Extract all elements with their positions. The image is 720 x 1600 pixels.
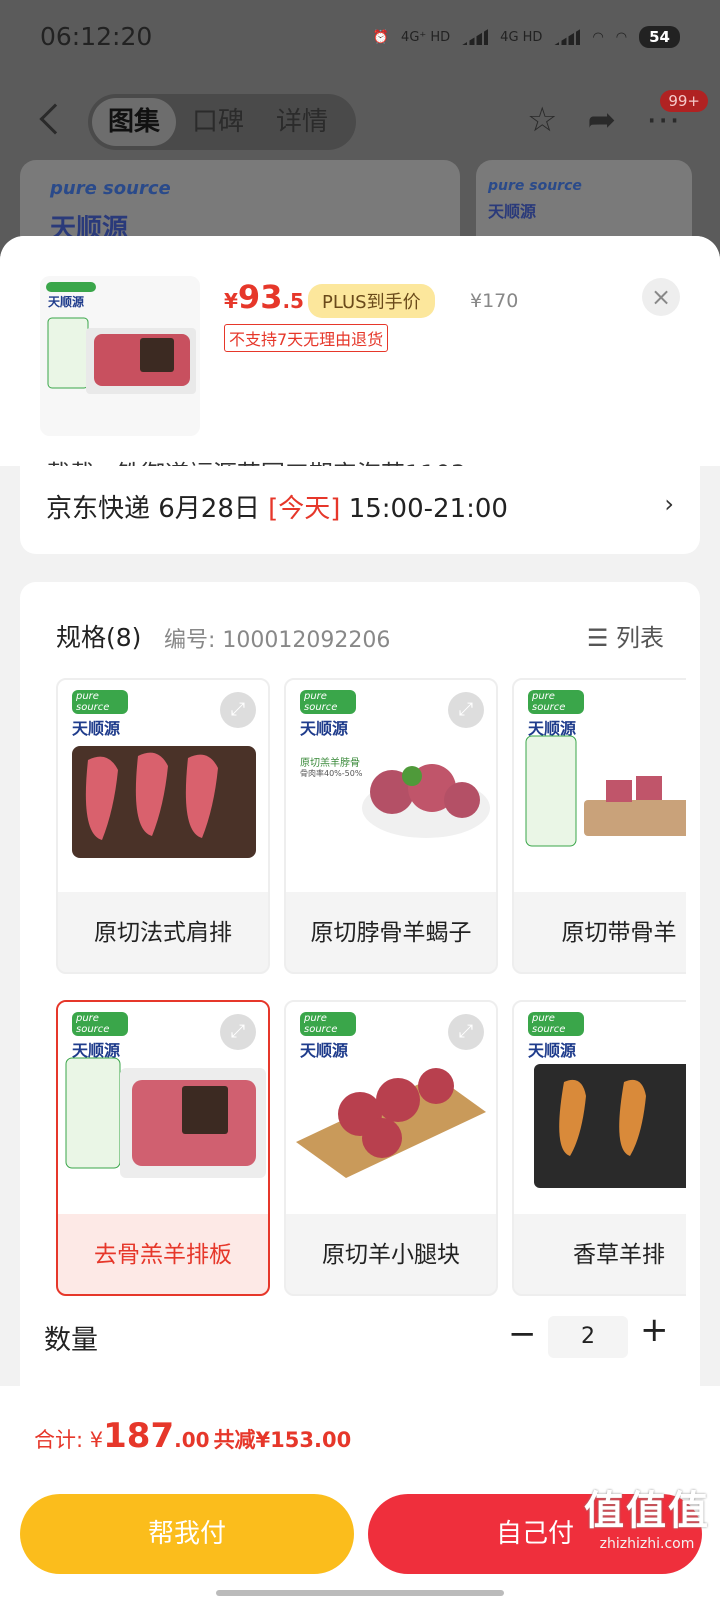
spec-option-label: 原切脖骨羊蝎子: [310, 920, 472, 946]
star-icon[interactable]: ☆: [527, 100, 557, 140]
shipping-carrier-date: 京东快递 6月28日: [46, 494, 269, 524]
spec-option-label: 原切羊小腿块: [322, 1242, 460, 1268]
price-int: 93: [237, 278, 283, 316]
total-label: 合计:: [34, 1428, 90, 1452]
spec-option[interactable]: pure source 天顺源 原切羔羊脖骨 骨肉率40%-50% ⤢ 原切脖骨羊…: [284, 678, 498, 974]
list-icon: ☰: [586, 624, 616, 652]
quantity-row: 数量 − 2 +: [24, 1304, 696, 1374]
spec-option-image: pure source 天顺源 ⤢: [286, 1002, 496, 1214]
nav-bar: 图集 口碑 详情 ☆ ➦ ⋯ 99+: [0, 90, 720, 152]
watermark: 值值值 zhizhizhi.com: [584, 1478, 710, 1552]
spec-title: 规格(8): [56, 623, 142, 652]
list-view-toggle[interactable]: ☰ 列表: [587, 618, 664, 653]
chevron-right-icon: ›: [664, 490, 674, 518]
brand-logo-cn: 天顺源: [488, 202, 537, 221]
list-view-label: 列表: [616, 624, 664, 652]
wifi-icon: ◠: [592, 29, 604, 45]
original-price: ¥170: [470, 290, 519, 312]
spec-option-label: 香草羊排: [573, 1242, 665, 1268]
spec-option[interactable]: pure source 天顺源 香草羊排: [512, 1000, 686, 1296]
quantity-decrement-button[interactable]: −: [508, 1314, 537, 1354]
signal-icon: [554, 29, 581, 45]
total-discount: 共减¥153.00: [213, 1428, 352, 1452]
shipping-today: [今天]: [268, 494, 341, 524]
zoom-icon[interactable]: ⤢: [448, 692, 484, 728]
total-currency: ¥: [89, 1428, 104, 1452]
shipping-time: 15:00-21:00: [340, 494, 508, 524]
nav-actions: ☆ ➦ ⋯: [527, 100, 680, 140]
price-dec: .5: [282, 289, 304, 313]
product-thumbnail: 天顺源: [40, 276, 200, 436]
spec-option-selected[interactable]: pure source 天顺源 ⤢ 去骨羔羊排板: [56, 1000, 270, 1296]
spec-option-image: pure source 天顺源 原切羔羊脖骨 骨肉率40%-50% ⤢: [286, 680, 496, 892]
svg-text:天顺源: 天顺源: [48, 294, 84, 309]
message-badge: 99+: [660, 90, 708, 112]
checkout-footer: 合计: ¥187.00 共减¥153.00 帮我付 自己付 值值值 zhizhiz…: [0, 1386, 720, 1600]
no-return-tag: 不支持7天无理由退货: [224, 324, 389, 352]
close-icon[interactable]: ×: [642, 278, 680, 316]
help-me-pay-button[interactable]: 帮我付: [20, 1494, 354, 1574]
wifi-icon: ◠: [615, 29, 628, 45]
spec-option-label: 原切带骨羊: [561, 920, 677, 946]
status-time: 06:12:20: [40, 22, 153, 51]
product-thumbnail-image: 天顺源: [40, 276, 200, 436]
price-currency: ¥: [224, 289, 238, 313]
zoom-icon[interactable]: ⤢: [220, 692, 256, 728]
spec-option[interactable]: pure source 天顺源 ⤢ 原切法式肩排: [56, 678, 270, 974]
tab-group: 图集 口碑 详情: [88, 94, 356, 150]
total-int: 187: [103, 1416, 175, 1456]
spec-sheet: 天顺源 ¥93.5 PLUS到手价 ¥170 不支持7天无理由退货 × 载载 ·…: [0, 236, 720, 1600]
battery-indicator: 54: [639, 26, 680, 48]
status-bar: 06:12:20 ⏰ 4G⁺ HD 4G HD ◠ ◠ 54: [0, 0, 720, 80]
brand-logo-en: pure source: [488, 178, 582, 194]
quantity-input[interactable]: 2: [548, 1316, 628, 1358]
home-indicator: [216, 1590, 504, 1596]
signal-icon: [462, 29, 489, 45]
status-icons: ⏰ 4G⁺ HD 4G HD ◠ ◠ 54: [373, 26, 680, 48]
spec-option-photo: [534, 1064, 686, 1188]
delivery-info[interactable]: 载载 · 铁御道福源花园工期定海苑1103 京东快递 6月28日 [今天] 15…: [20, 458, 700, 554]
spec-option[interactable]: pure source 天顺源 原切带骨羊: [512, 678, 686, 974]
network-label-1: 4G⁺ HD: [401, 29, 451, 45]
spec-option-photo: [525, 735, 686, 847]
quantity-label: 数量: [44, 1325, 98, 1356]
back-icon[interactable]: [39, 103, 71, 135]
spec-option-image: pure source 天顺源: [514, 1002, 686, 1214]
spec-option-label: 去骨羔羊排板: [94, 1242, 232, 1268]
zoom-icon[interactable]: ⤢: [220, 1014, 256, 1050]
watermark-logo: 值值值: [584, 1488, 710, 1534]
brand-logo-en: pure source: [50, 178, 171, 199]
zoom-icon[interactable]: ⤢: [448, 1014, 484, 1050]
shipping-line: 京东快递 6月28日 [今天] 15:00-21:00: [46, 488, 508, 525]
tab-reviews[interactable]: 口碑: [176, 98, 260, 146]
address-line: 载载 · 铁御道福源花园工期定海苑1103: [46, 454, 646, 466]
spec-option-image: pure source 天顺源: [514, 680, 686, 892]
alarm-icon: ⏰: [372, 29, 390, 45]
spec-option-image: pure source 天顺源 ⤢: [58, 1002, 268, 1214]
watermark-site: zhizhizhi.com: [599, 1536, 695, 1552]
total-dec: .00: [174, 1428, 210, 1452]
tab-gallery[interactable]: 图集: [92, 98, 177, 146]
network-label-2: 4G HD: [500, 29, 543, 45]
sheet-header: 天顺源 ¥93.5 PLUS到手价 ¥170 不支持7天无理由退货 ×: [0, 236, 720, 466]
plus-price-badge: PLUS到手价: [308, 284, 435, 318]
total-price: 合计: ¥187.00 共减¥153.00: [34, 1416, 351, 1456]
product-code: 编号: 100012092206: [164, 628, 391, 653]
spec-option-image: pure source 天顺源 ⤢: [58, 680, 268, 892]
price: ¥93.5: [224, 278, 304, 316]
quantity-increment-button[interactable]: +: [640, 1310, 669, 1350]
tab-details[interactable]: 详情: [260, 98, 344, 146]
spec-option[interactable]: pure source 天顺源 ⤢ 原切羊小腿块: [284, 1000, 498, 1296]
spec-grid: pure source 天顺源 ⤢ 原切法式肩排 pure source 天顺源 原…: [56, 678, 686, 1308]
spec-option-label: 原切法式肩排: [94, 920, 232, 946]
spec-panel: 规格(8) 编号: 100012092206 ☰ 列表 pure source 天…: [20, 582, 700, 1412]
share-icon[interactable]: ➦: [588, 100, 617, 140]
